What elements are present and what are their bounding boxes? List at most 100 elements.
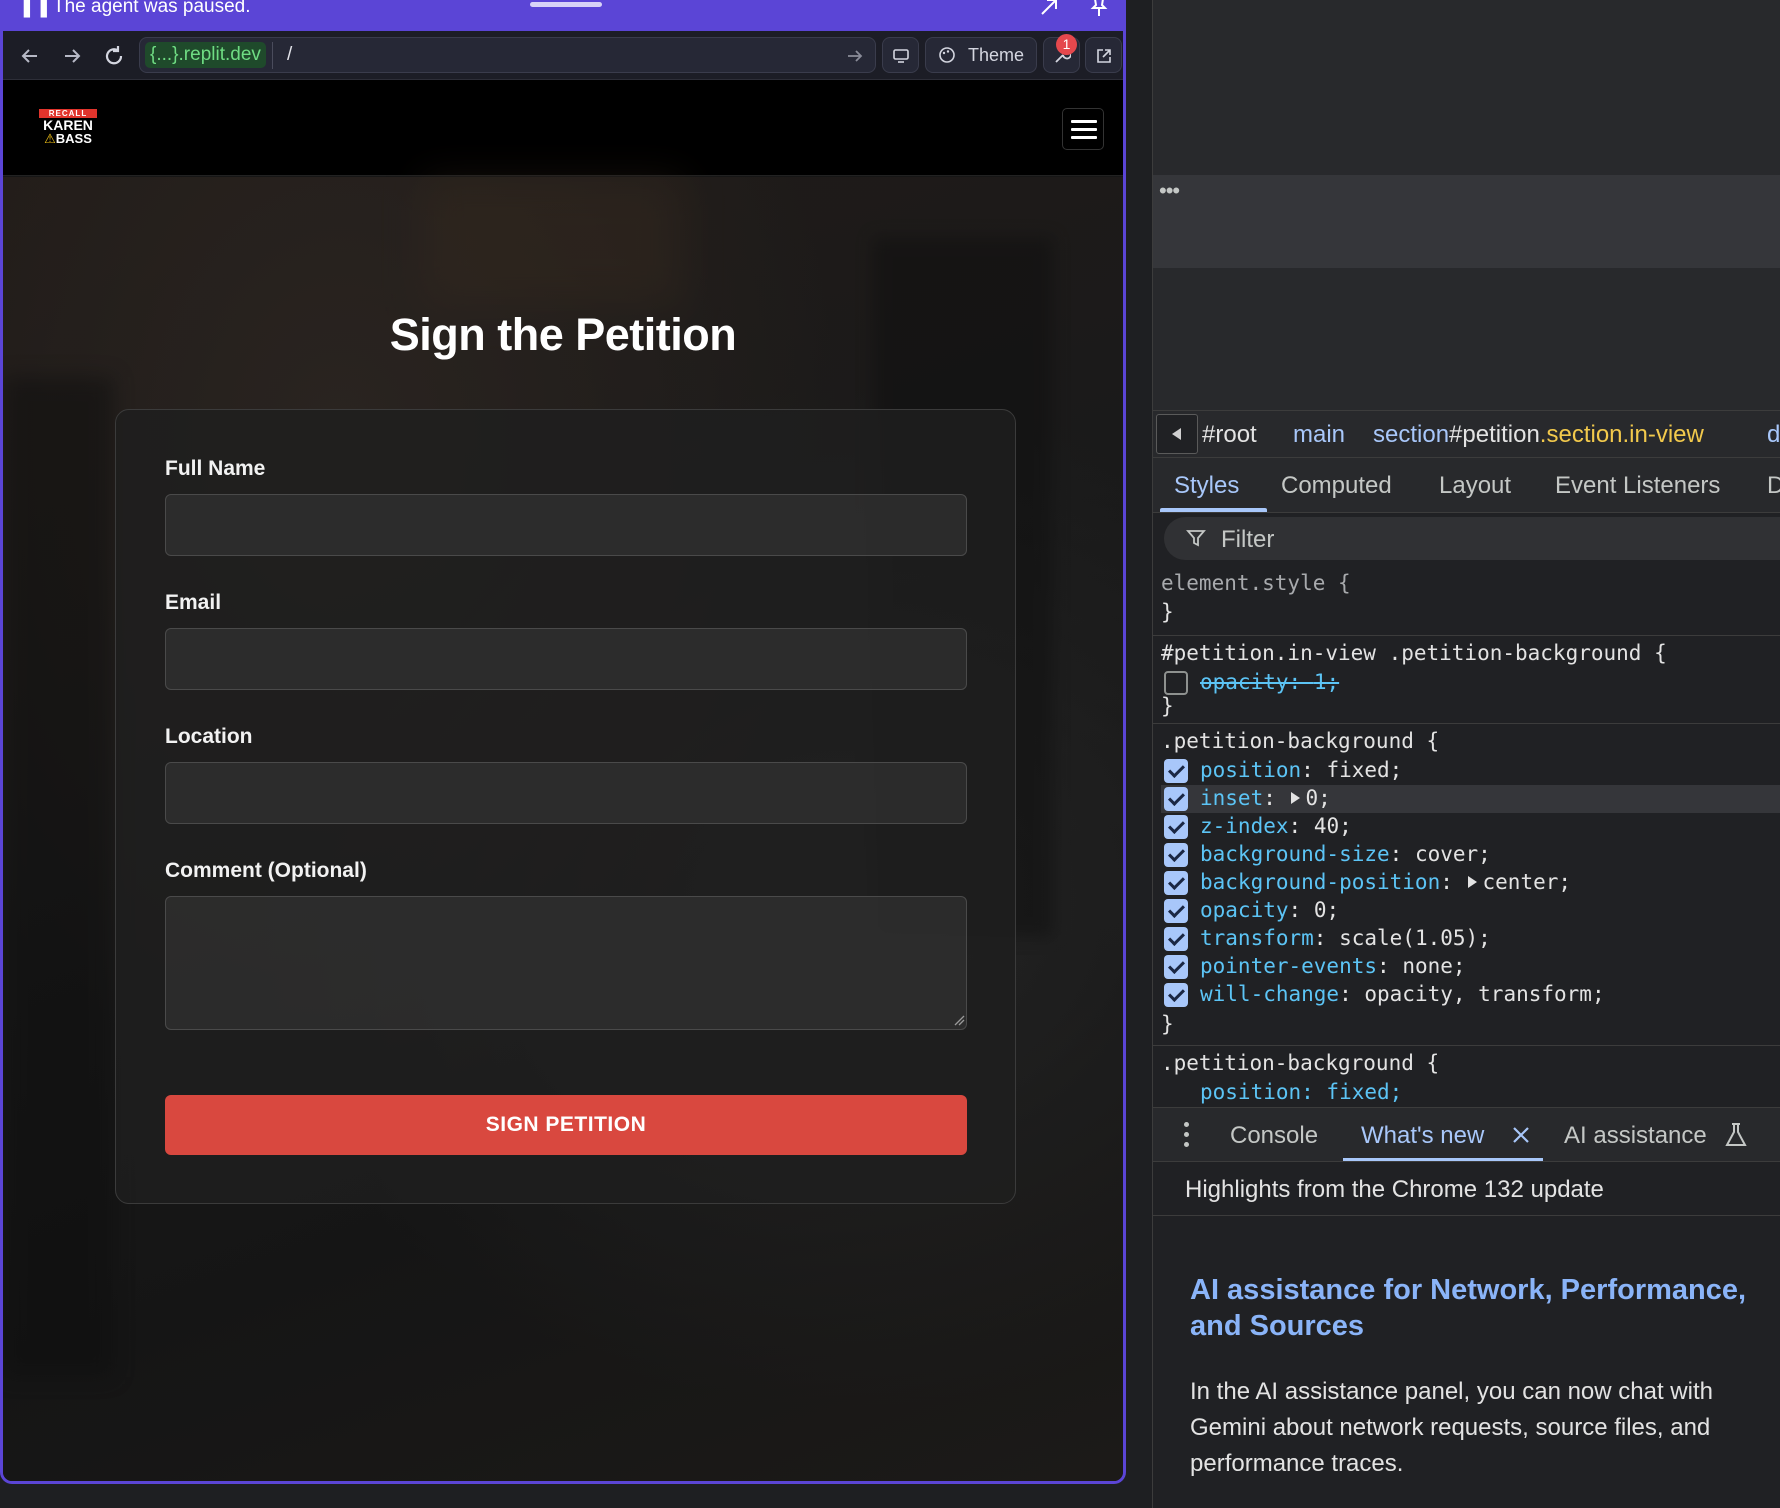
- tab-event-listeners[interactable]: Event Listeners: [1555, 472, 1720, 500]
- hamburger-menu-button[interactable]: [1062, 108, 1104, 150]
- tab-styles[interactable]: Styles: [1174, 472, 1239, 500]
- expand-triangle-icon: [1467, 876, 1477, 888]
- style-rule: element.style { }: [1153, 566, 1780, 636]
- whats-new-header: Highlights from the Chrome 132 update: [1153, 1162, 1780, 1216]
- style-rule: .petition-background { position: fixed; …: [1153, 724, 1780, 1046]
- active-tab-indicator: [1160, 508, 1267, 512]
- preview-pane: ❚❚ The agent was paused. {...}.replit.de…: [0, 0, 1126, 1484]
- url-host: {...}.replit.dev: [145, 42, 266, 68]
- comment-label: Comment (Optional): [165, 859, 367, 882]
- property-checkbox[interactable]: [1164, 843, 1188, 867]
- more-dots-icon[interactable]: •••: [1159, 178, 1180, 204]
- email-input[interactable]: [165, 628, 967, 690]
- pause-icon[interactable]: ❚❚: [19, 0, 53, 19]
- full-name-input[interactable]: [165, 494, 967, 556]
- style-property: inset: 0;: [1161, 785, 1780, 813]
- close-icon[interactable]: [1510, 1124, 1532, 1146]
- style-property: background-position: center;: [1161, 869, 1780, 897]
- back-arrow-icon[interactable]: [17, 43, 43, 69]
- reload-icon[interactable]: [101, 43, 127, 69]
- breadcrumb-scroll-left-button[interactable]: [1156, 414, 1198, 454]
- rule-selector[interactable]: element.style {: [1161, 571, 1351, 595]
- sidebar-tabs: Styles Computed Layout Event Listeners D: [1153, 458, 1780, 513]
- whats-new-title[interactable]: AI assistance for Network, Performance, …: [1190, 1272, 1760, 1344]
- drawer-menu-icon[interactable]: [1183, 1122, 1189, 1148]
- url-divider: [272, 42, 273, 69]
- preview-url-bar: {...}.replit.dev / Theme 1: [3, 31, 1123, 80]
- style-property: z-index: 40;: [1161, 813, 1780, 841]
- elements-tree-area: [1153, 0, 1780, 175]
- style-property: background-size: cover;: [1161, 841, 1780, 869]
- style-property: opacity: 0;: [1161, 897, 1780, 925]
- style-property: pointer-events: none;: [1161, 953, 1780, 981]
- property-checkbox[interactable]: [1164, 815, 1188, 839]
- style-property: opacity: 1;: [1161, 669, 1780, 697]
- style-property-partial[interactable]: position: fixed;: [1200, 1080, 1402, 1104]
- tab-console[interactable]: Console: [1230, 1122, 1318, 1150]
- site-header: RECALL KAREN ⚠BASS: [3, 80, 1123, 176]
- location-input[interactable]: [165, 762, 967, 824]
- breadcrumb-section[interactable]: section#petition.section.in-view: [1373, 421, 1704, 449]
- property-checkbox[interactable]: [1164, 671, 1188, 695]
- full-name-label: Full Name: [165, 457, 266, 480]
- theme-label: Theme: [968, 45, 1025, 65]
- url-field[interactable]: {...}.replit.dev /: [139, 37, 876, 73]
- property-checkbox[interactable]: [1164, 955, 1188, 979]
- style-rule: .petition-background { position: fixed;: [1153, 1046, 1780, 1106]
- property-checkbox[interactable]: [1164, 759, 1188, 783]
- dom-breadcrumb: #root main section#petition.section.in-v…: [1153, 410, 1780, 458]
- expand-icon[interactable]: [1038, 0, 1060, 18]
- rule-selector[interactable]: #petition.in-view .petition-background {: [1161, 641, 1667, 665]
- whats-new-body: In the AI assistance panel, you can now …: [1190, 1378, 1713, 1477]
- property-checkbox[interactable]: [1164, 871, 1188, 895]
- recall-karen-bass-logo[interactable]: RECALL KAREN ⚠BASS: [35, 109, 101, 147]
- filter-icon: [1186, 530, 1206, 547]
- tab-ai-assistance[interactable]: AI assistance: [1564, 1122, 1707, 1150]
- expand-triangle-icon: [1290, 792, 1300, 804]
- tab-computed[interactable]: Computed: [1281, 472, 1392, 500]
- comment-textarea[interactable]: [165, 896, 967, 1030]
- agent-status-message: The agent was paused.: [53, 0, 251, 17]
- pin-icon[interactable]: [1088, 0, 1110, 18]
- rule-selector[interactable]: .petition-background {: [1161, 1051, 1439, 1075]
- tab-whats-new[interactable]: What's new: [1361, 1122, 1484, 1150]
- breadcrumb-main[interactable]: main: [1293, 421, 1345, 449]
- rule-selector[interactable]: .petition-background {: [1161, 729, 1439, 753]
- selected-node-row[interactable]: [1153, 175, 1780, 268]
- tab-layout[interactable]: Layout: [1439, 472, 1511, 500]
- email-label: Email: [165, 591, 222, 614]
- style-property: transform: scale(1.05);: [1161, 925, 1780, 953]
- petition-form: Full Name Email Location Comment (Option…: [115, 409, 1016, 1204]
- sign-petition-button[interactable]: SIGN PETITION: [165, 1095, 967, 1155]
- breadcrumb-root[interactable]: #root: [1202, 421, 1257, 449]
- go-arrow-icon[interactable]: [845, 46, 865, 66]
- styles-pane: element.style { } #petition.in-view .pet…: [1153, 566, 1780, 1106]
- agent-status-bar: ❚❚ The agent was paused.: [3, 0, 1123, 31]
- property-checkbox[interactable]: [1164, 927, 1188, 951]
- styles-filter-input[interactable]: Filter: [1164, 517, 1780, 560]
- drag-handle[interactable]: [530, 2, 602, 7]
- property-checkbox[interactable]: [1164, 899, 1188, 923]
- device-toggle-button[interactable]: [882, 37, 919, 73]
- property-checkbox[interactable]: [1164, 983, 1188, 1007]
- style-property: will-change: opacity, transform;: [1161, 981, 1780, 1009]
- location-label: Location: [165, 725, 253, 748]
- theme-button[interactable]: Theme: [925, 37, 1037, 73]
- devtools-panel: ••• #root main section#petition.section.…: [1152, 0, 1780, 1508]
- palette-icon: [939, 47, 955, 63]
- style-rule: #petition.in-view .petition-background {…: [1153, 636, 1780, 724]
- notification-badge: 1: [1056, 34, 1077, 55]
- forward-arrow-icon[interactable]: [59, 43, 85, 69]
- tab-dom-breakpoints[interactable]: D: [1767, 472, 1780, 500]
- monitor-icon: [893, 49, 909, 63]
- url-path[interactable]: /: [287, 41, 292, 69]
- open-new-tab-button[interactable]: [1085, 37, 1122, 73]
- resize-handle-icon[interactable]: [953, 1014, 965, 1026]
- property-checkbox[interactable]: [1164, 787, 1188, 811]
- breadcrumb-child[interactable]: d: [1767, 421, 1780, 449]
- filter-placeholder: Filter: [1221, 526, 1275, 553]
- flask-icon: [1725, 1123, 1747, 1146]
- elements-tree-lower: [1153, 268, 1780, 410]
- style-property: position: fixed;: [1161, 757, 1780, 785]
- drawer-tabs: Console What's new AI assistance: [1153, 1107, 1780, 1162]
